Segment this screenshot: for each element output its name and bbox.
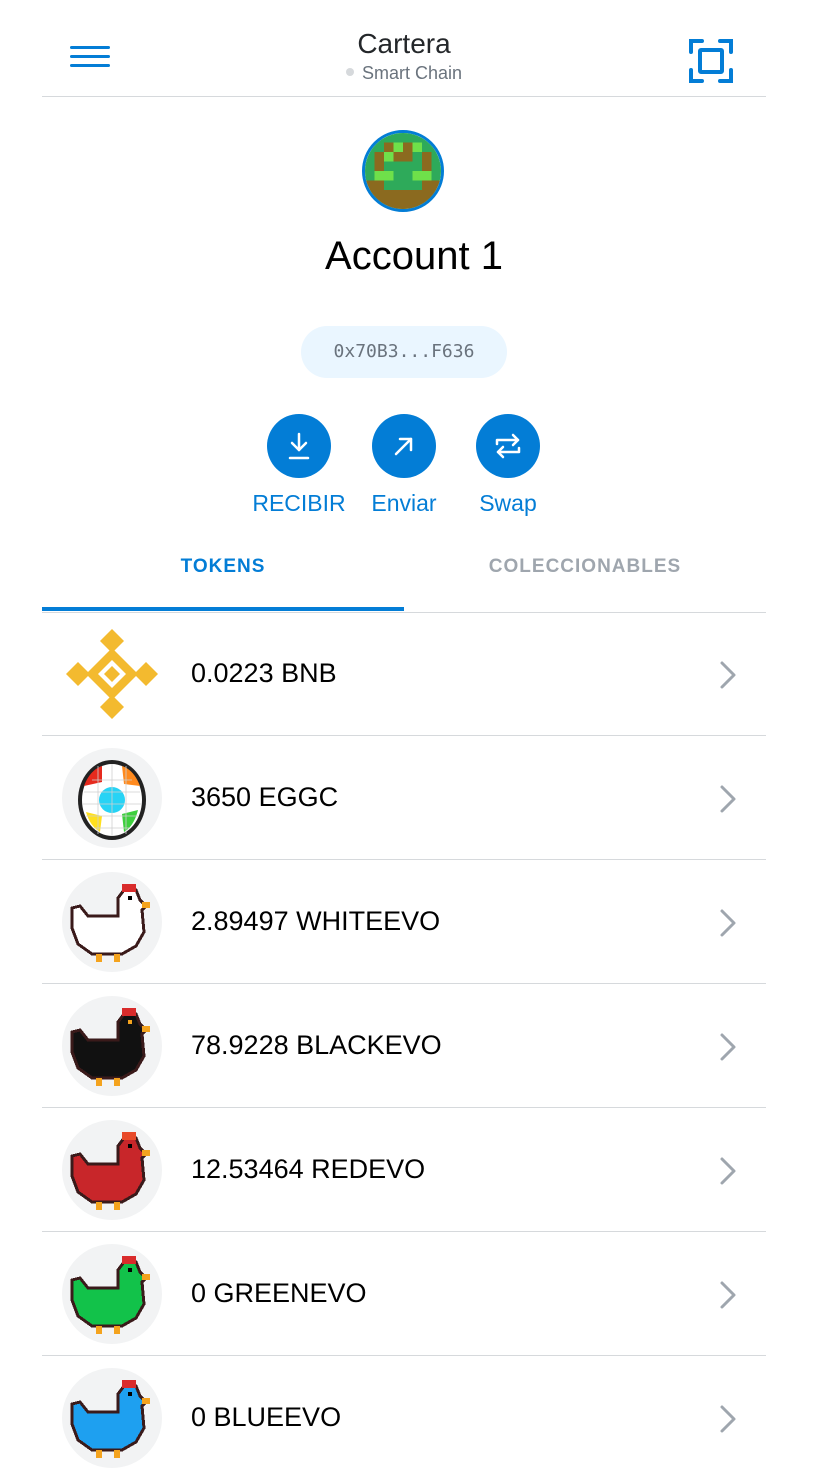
download-icon <box>288 432 310 460</box>
red-chicken-icon <box>62 1120 162 1220</box>
qr-scan-button[interactable] <box>688 38 734 84</box>
network-indicator[interactable]: Smart Chain <box>42 62 766 84</box>
send-arrow-icon <box>394 437 413 456</box>
token-balance: 0.0223 BNB <box>191 658 337 688</box>
chevron-right-icon <box>720 909 736 937</box>
green-chicken-icon <box>62 1244 162 1344</box>
blue-chicken-icon <box>62 1368 162 1468</box>
chevron-right-icon <box>720 1281 736 1309</box>
token-row-eggc[interactable]: 3650 EGGC <box>42 736 766 860</box>
chevron-right-icon <box>720 661 736 689</box>
account-name[interactable]: Account 1 <box>0 234 828 279</box>
tab-collectibles[interactable]: COLECCIONABLES <box>404 540 766 610</box>
token-balance: 12.53464 REDEVO <box>191 1154 426 1184</box>
asset-tabs: TOKENS COLECCIONABLES <box>42 540 766 613</box>
egg-icon <box>62 748 162 848</box>
page-title: Cartera <box>357 28 451 59</box>
token-row-greenevo[interactable]: 0 GREENEVO <box>42 1232 766 1356</box>
title-block: Cartera Smart Chain <box>42 26 766 84</box>
token-balance: 0 GREENEVO <box>191 1278 367 1308</box>
white-chicken-icon <box>62 872 162 972</box>
receive-button[interactable]: RECIBIR <box>249 414 349 517</box>
receive-label: RECIBIR <box>252 490 346 516</box>
network-status-dot <box>345 68 354 77</box>
swap-button[interactable]: Swap <box>458 414 558 517</box>
account-avatar[interactable] <box>362 130 444 212</box>
send-label: Enviar <box>371 490 437 516</box>
identicon-icon <box>365 133 441 209</box>
swap-icon <box>495 433 521 459</box>
token-row-blackevo[interactable]: 78.9228 BLACKEVO <box>42 984 766 1108</box>
chevron-right-icon <box>720 1405 736 1433</box>
token-row-whiteevo[interactable]: 2.89497 WHITEEVO <box>42 860 766 984</box>
app-header: Cartera Smart Chain <box>42 0 766 97</box>
qr-scan-icon <box>689 39 733 83</box>
tab-tokens[interactable]: TOKENS <box>42 540 404 611</box>
token-row-redevo[interactable]: 12.53464 REDEVO <box>42 1108 766 1232</box>
account-address-pill[interactable]: 0x70B3...F636 <box>301 326 507 378</box>
token-list: 0.0223 BNB 3650 EGGC 2.89497 WHITEEVO 78… <box>42 612 766 1479</box>
bnb-logo-icon <box>62 624 162 724</box>
token-balance: 3650 EGGC <box>191 782 339 812</box>
token-row-bnb[interactable]: 0.0223 BNB <box>42 612 766 736</box>
token-balance: 2.89497 WHITEEVO <box>191 906 441 936</box>
send-button[interactable]: Enviar <box>354 414 454 517</box>
swap-circle <box>476 414 540 478</box>
swap-label: Swap <box>479 490 537 516</box>
token-row-blueevo[interactable]: 0 BLUEEVO <box>42 1356 766 1479</box>
receive-circle <box>267 414 331 478</box>
token-balance: 78.9228 BLACKEVO <box>191 1030 442 1060</box>
chevron-right-icon <box>720 785 736 813</box>
send-circle <box>372 414 436 478</box>
black-chicken-icon <box>62 996 162 1096</box>
chevron-right-icon <box>720 1033 736 1061</box>
network-name: Smart Chain <box>361 63 463 83</box>
chevron-right-icon <box>720 1157 736 1185</box>
token-balance: 0 BLUEEVO <box>191 1402 342 1432</box>
